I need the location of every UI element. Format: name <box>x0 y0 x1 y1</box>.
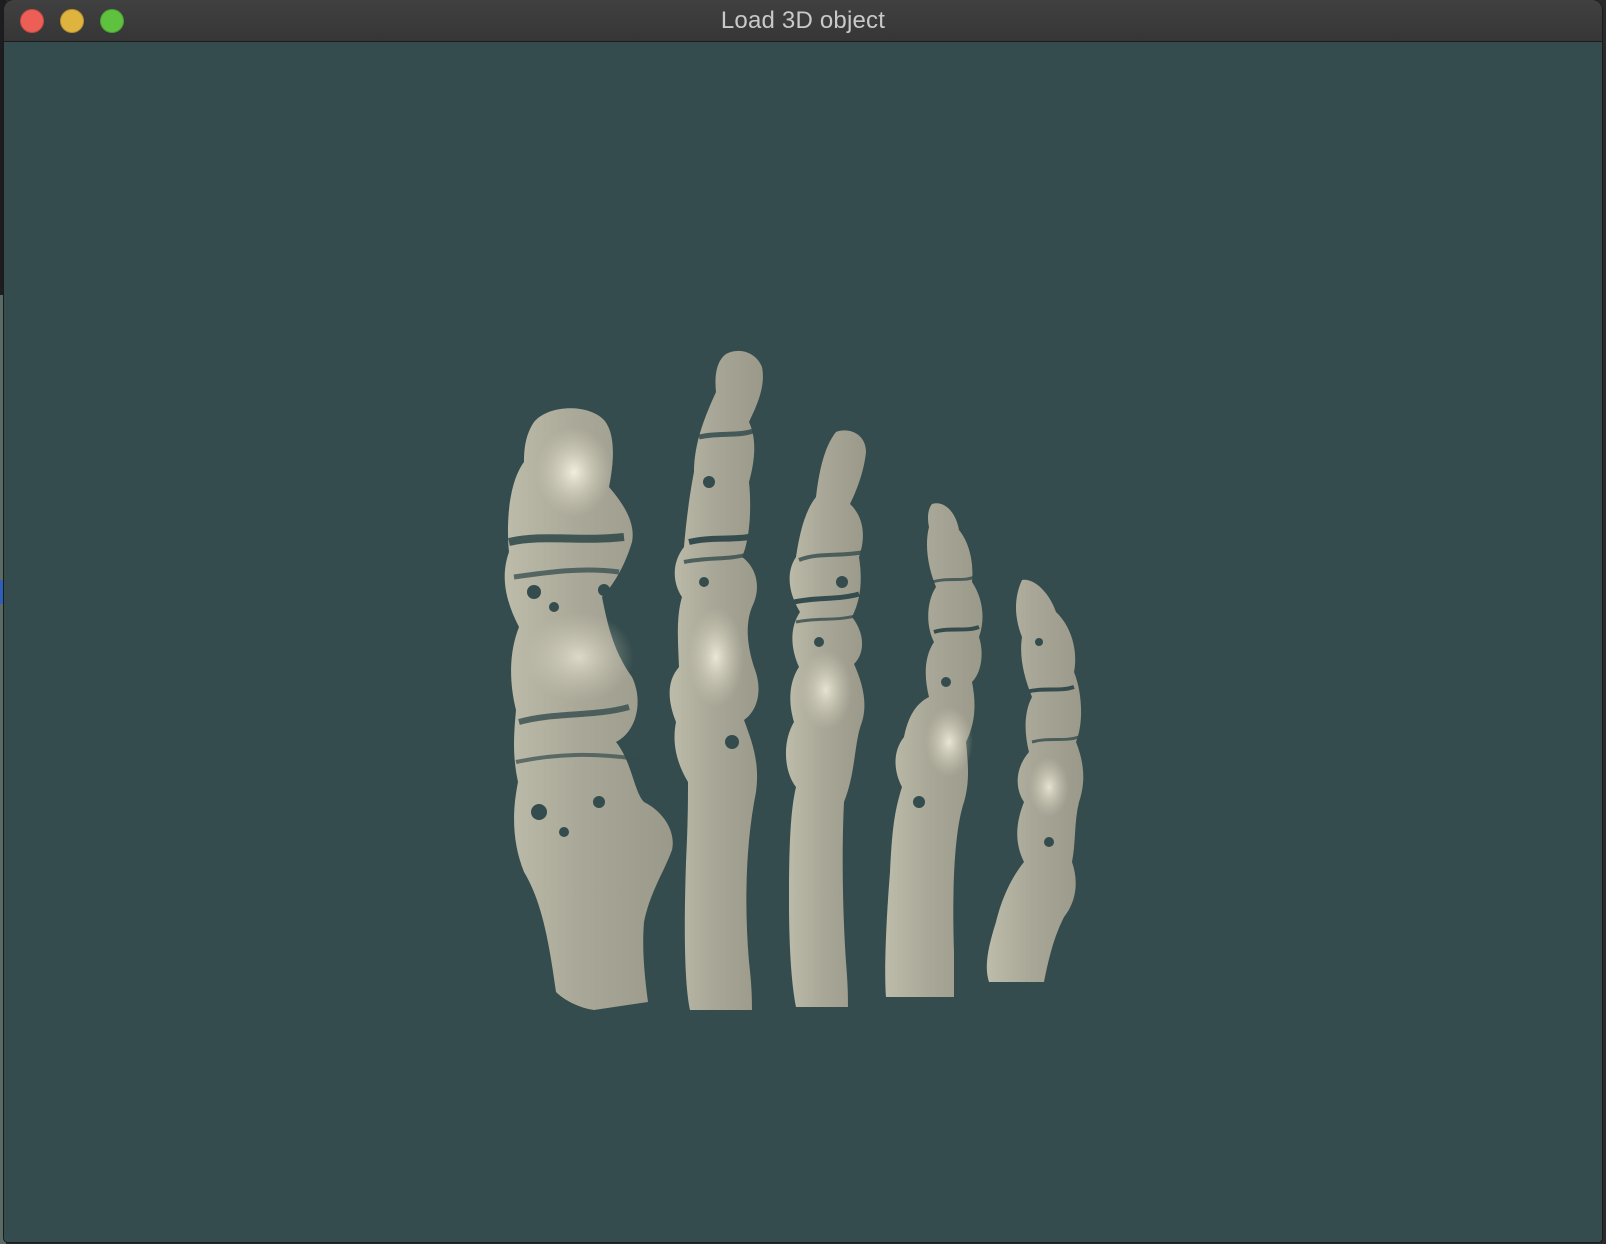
fourth-toe-bone <box>885 503 983 997</box>
big-toe-bone <box>504 408 673 1010</box>
app-window: Load 3D object <box>4 0 1602 1242</box>
second-toe-bone <box>669 350 763 1010</box>
3d-viewport[interactable] <box>4 42 1602 1242</box>
third-toe-bone <box>785 430 866 1007</box>
3d-object-render <box>504 350 1084 1010</box>
fifth-toe-bone <box>986 579 1084 982</box>
window-title: Load 3D object <box>720 7 886 34</box>
title-bar[interactable]: Load 3D object <box>4 0 1602 42</box>
